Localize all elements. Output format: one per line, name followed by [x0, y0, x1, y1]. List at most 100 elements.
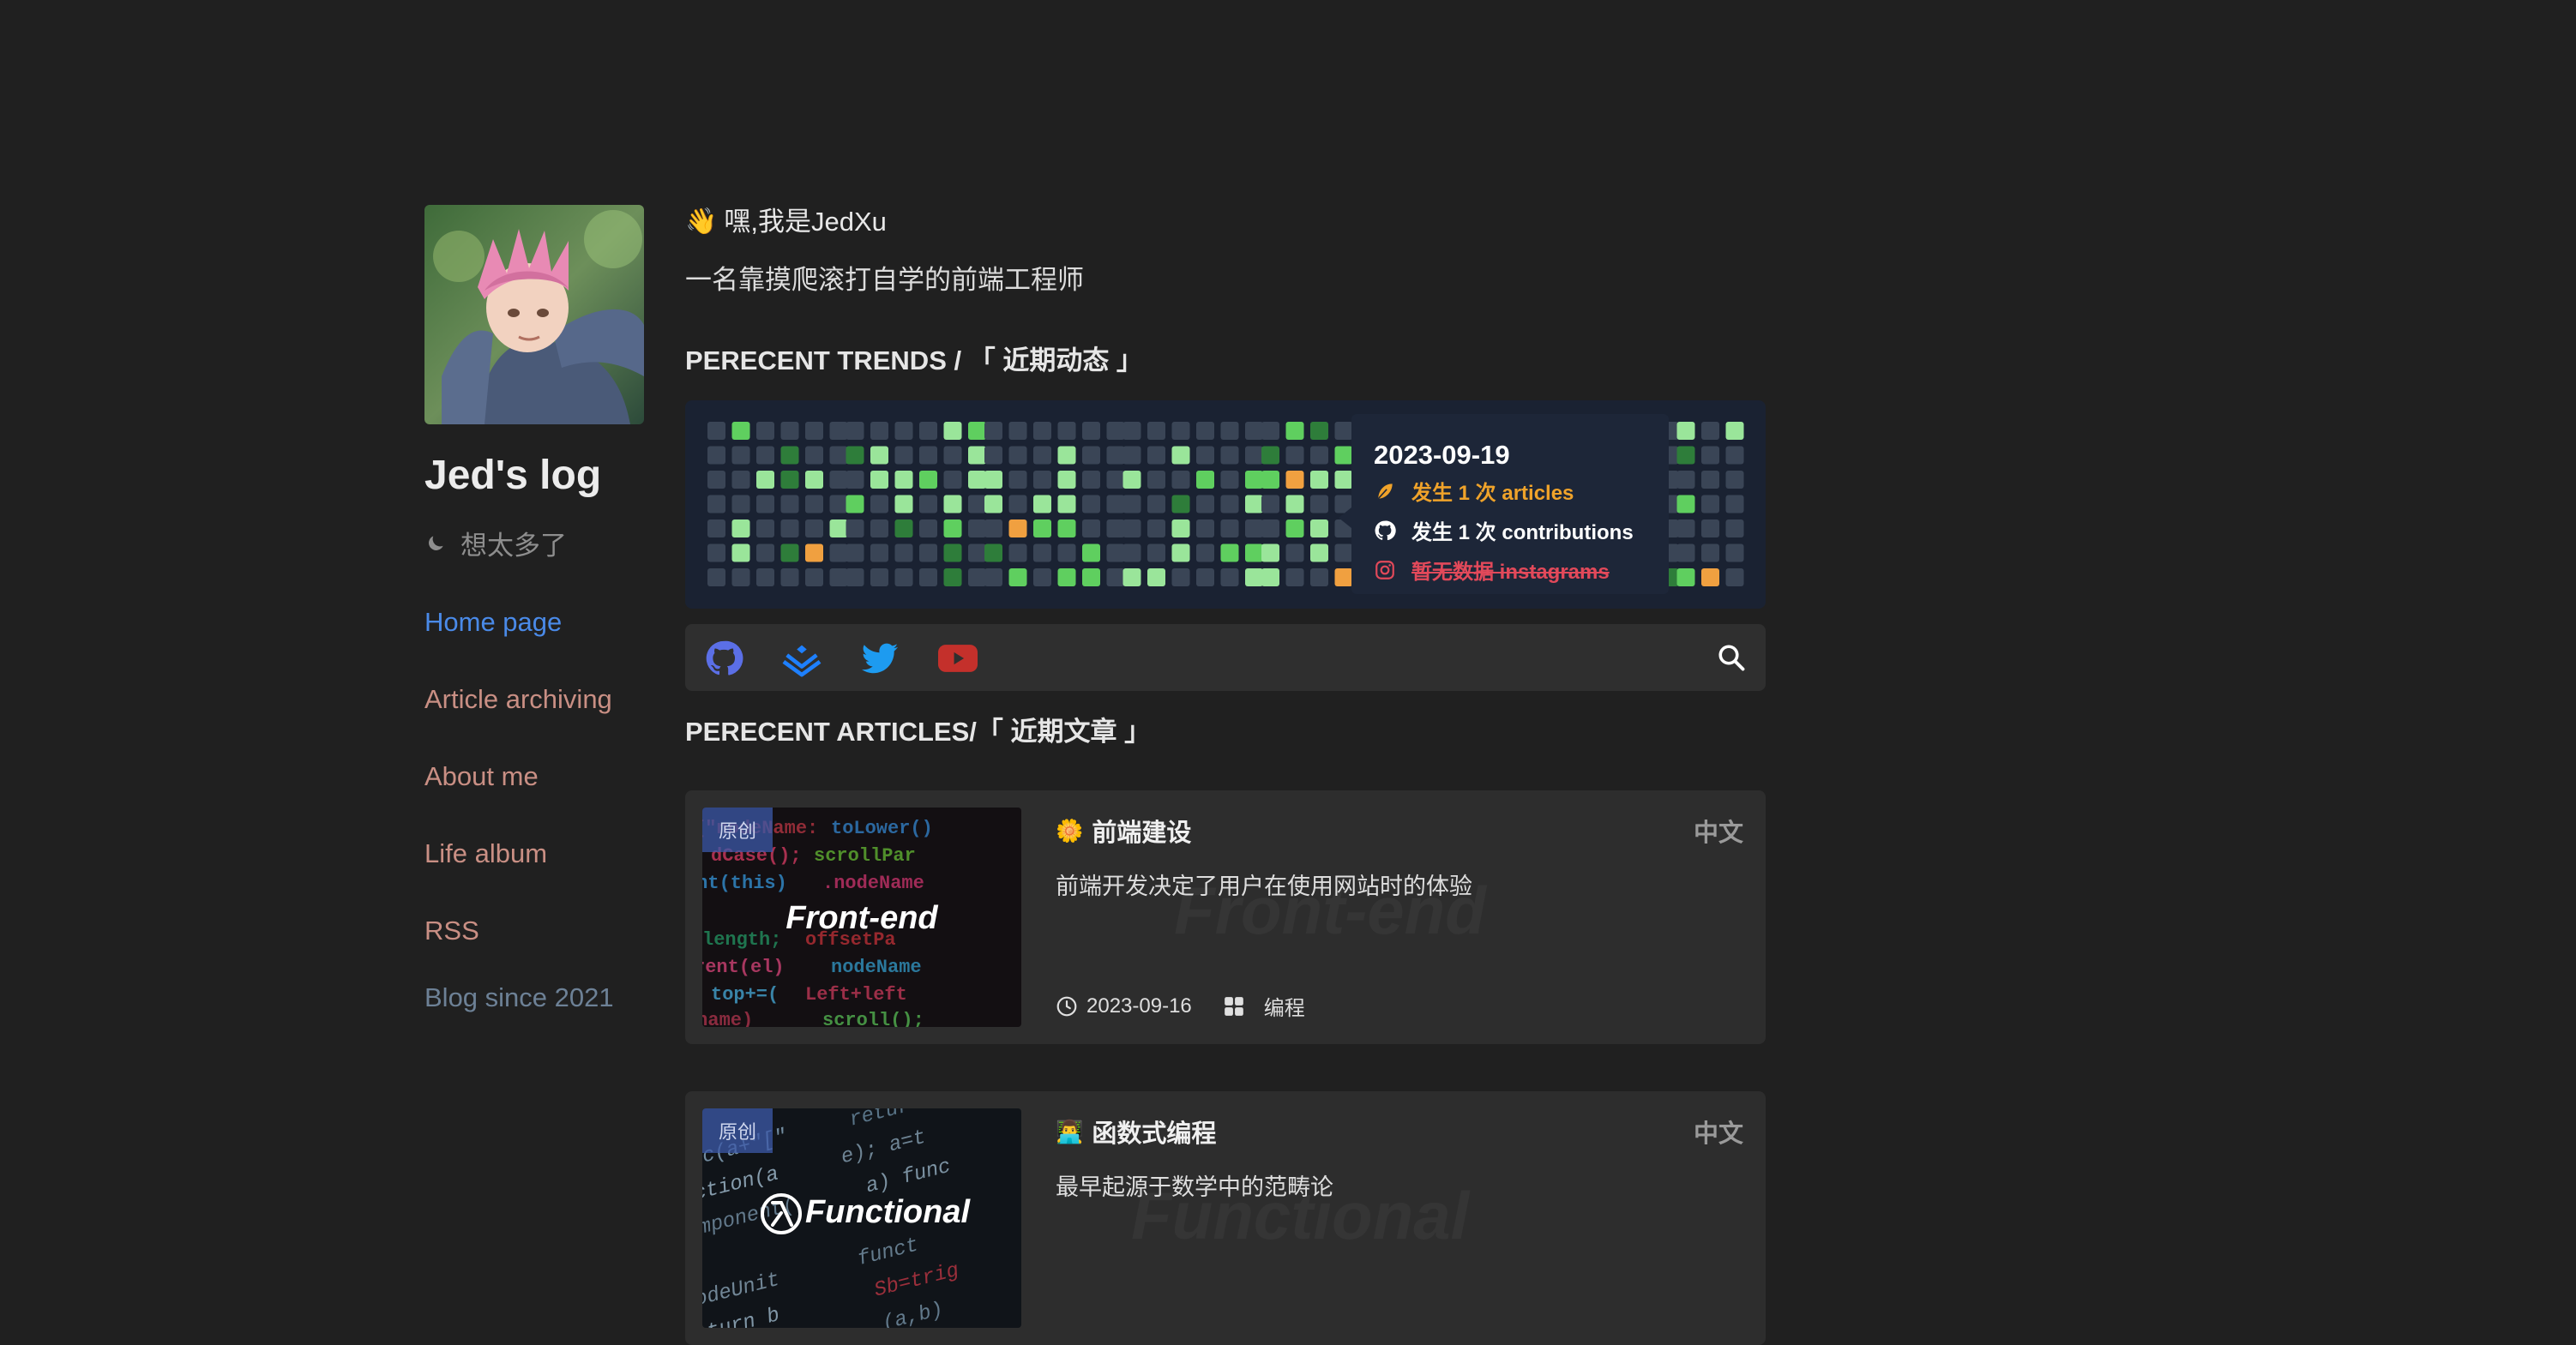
heatmap-cell[interactable] — [919, 568, 937, 586]
article-card[interactable]: Functional / cc(a+"["retur function(ae);… — [685, 1091, 1766, 1345]
heatmap-cell[interactable] — [870, 422, 888, 440]
heatmap-cell[interactable] — [1725, 422, 1744, 440]
heatmap-cell[interactable] — [870, 519, 888, 537]
heatmap-cell[interactable] — [1285, 519, 1304, 537]
heatmap-cell[interactable] — [1676, 519, 1695, 537]
heatmap-cell[interactable] — [1725, 446, 1744, 465]
heatmap-cell[interactable] — [894, 519, 913, 537]
heatmap-cell[interactable] — [943, 495, 962, 513]
heatmap-cell[interactable] — [919, 543, 937, 562]
heatmap-cell[interactable] — [780, 446, 799, 465]
heatmap-cell[interactable] — [894, 568, 913, 586]
heatmap-cell[interactable] — [1220, 495, 1239, 513]
heatmap-cell[interactable] — [1220, 519, 1239, 537]
heatmap-cell[interactable] — [1082, 519, 1100, 537]
heatmap-cell[interactable] — [1701, 519, 1719, 537]
heatmap-cell[interactable] — [1057, 543, 1076, 562]
heatmap-cell[interactable] — [1196, 495, 1214, 513]
heatmap-cell[interactable] — [1285, 543, 1304, 562]
heatmap-cell[interactable] — [1676, 422, 1695, 440]
heatmap-cell[interactable] — [1220, 568, 1239, 586]
heatmap-cell[interactable] — [1334, 422, 1353, 440]
heatmap-cell[interactable] — [756, 422, 774, 440]
heatmap-cell[interactable] — [780, 495, 799, 513]
nav-rss[interactable]: RSS — [424, 914, 647, 991]
moon-icon[interactable] — [424, 532, 447, 555]
heatmap-cell[interactable] — [919, 519, 937, 537]
article-title[interactable]: 🌼 前端建设 — [1056, 813, 1191, 849]
heatmap-cell[interactable] — [1676, 446, 1695, 465]
heatmap-cell[interactable] — [1057, 568, 1076, 586]
article-title[interactable]: 👨‍💻 函数式编程 — [1056, 1114, 1216, 1150]
heatmap-cell[interactable] — [756, 495, 774, 513]
heatmap-cell[interactable] — [1171, 495, 1190, 513]
heatmap-cell[interactable] — [1196, 471, 1214, 489]
nav-life-album[interactable]: Life album — [424, 837, 647, 914]
heatmap-cell[interactable] — [1725, 543, 1744, 562]
heatmap-cell[interactable] — [1701, 471, 1719, 489]
heatmap-cell[interactable] — [1171, 446, 1190, 465]
article-category[interactable]: 编程 — [1223, 991, 1305, 1021]
heatmap-cell[interactable] — [707, 422, 725, 440]
heatmap-cell[interactable] — [1147, 471, 1165, 489]
heatmap-cell[interactable] — [1033, 446, 1051, 465]
heatmap-cell[interactable] — [1261, 422, 1279, 440]
heatmap-cell[interactable] — [1725, 519, 1744, 537]
heatmap-cell[interactable] — [1057, 446, 1076, 465]
heatmap-cell[interactable] — [1171, 519, 1190, 537]
heatmap-cell[interactable] — [731, 519, 750, 537]
heatmap-cell[interactable] — [968, 446, 986, 465]
heatmap-cell[interactable] — [1147, 543, 1165, 562]
heatmap-cell[interactable] — [1285, 495, 1304, 513]
heatmap-cell[interactable] — [846, 422, 864, 440]
juejin-link[interactable] — [782, 639, 822, 678]
heatmap-cell[interactable] — [1122, 495, 1141, 513]
heatmap-cell[interactable] — [731, 422, 750, 440]
heatmap-cell[interactable] — [1334, 568, 1353, 586]
heatmap-cell[interactable] — [894, 543, 913, 562]
heatmap-cell[interactable] — [707, 568, 725, 586]
heatmap-cell[interactable] — [1033, 519, 1051, 537]
heatmap-cell[interactable] — [1122, 519, 1141, 537]
heatmap-cell[interactable] — [780, 471, 799, 489]
heatmap-cell[interactable] — [1245, 519, 1263, 537]
heatmap-cell[interactable] — [1725, 495, 1744, 513]
heatmap-cell[interactable] — [1033, 422, 1051, 440]
heatmap-cell[interactable] — [1057, 519, 1076, 537]
article-thumbnail[interactable]: / cc(a+"["retur function(ae); a=t Compon… — [702, 1108, 1021, 1328]
heatmap-cell[interactable] — [984, 543, 1002, 562]
heatmap-cell[interactable] — [707, 519, 725, 537]
heatmap-cell[interactable] — [731, 471, 750, 489]
heatmap-cell[interactable] — [1196, 422, 1214, 440]
heatmap-cell[interactable] — [1008, 446, 1027, 465]
heatmap-cell[interactable] — [1310, 543, 1328, 562]
heatmap-cell[interactable] — [1033, 471, 1051, 489]
heatmap-cell[interactable] — [756, 543, 774, 562]
heatmap-cell[interactable] — [919, 446, 937, 465]
heatmap-cell[interactable] — [731, 568, 750, 586]
heatmap-cell[interactable] — [1082, 568, 1100, 586]
heatmap-cell[interactable] — [1220, 422, 1239, 440]
heatmap-cell[interactable] — [894, 471, 913, 489]
heatmap-cell[interactable] — [1082, 446, 1100, 465]
heatmap-cell[interactable] — [1701, 543, 1719, 562]
heatmap-cell[interactable] — [1122, 471, 1141, 489]
heatmap-cell[interactable] — [894, 495, 913, 513]
heatmap-cell[interactable] — [870, 446, 888, 465]
heatmap-cell[interactable] — [1261, 471, 1279, 489]
heatmap-cell[interactable] — [1261, 446, 1279, 465]
heatmap-cell[interactable] — [1008, 568, 1027, 586]
heatmap-cell[interactable] — [1310, 471, 1328, 489]
heatmap-cell[interactable] — [780, 422, 799, 440]
heatmap-cell[interactable] — [1261, 495, 1279, 513]
heatmap-cell[interactable] — [894, 446, 913, 465]
article-thumbnail[interactable]: {"nodeName:toLower() dCase();scrollPar e… — [702, 808, 1021, 1027]
heatmap-cell[interactable] — [731, 495, 750, 513]
heatmap-cell[interactable] — [1082, 471, 1100, 489]
heatmap-cell[interactable] — [846, 543, 864, 562]
heatmap-cell[interactable] — [919, 422, 937, 440]
heatmap-cell[interactable] — [1334, 446, 1353, 465]
twitter-link[interactable] — [860, 639, 900, 678]
heatmap-cell[interactable] — [1008, 495, 1027, 513]
heatmap-cell[interactable] — [780, 543, 799, 562]
